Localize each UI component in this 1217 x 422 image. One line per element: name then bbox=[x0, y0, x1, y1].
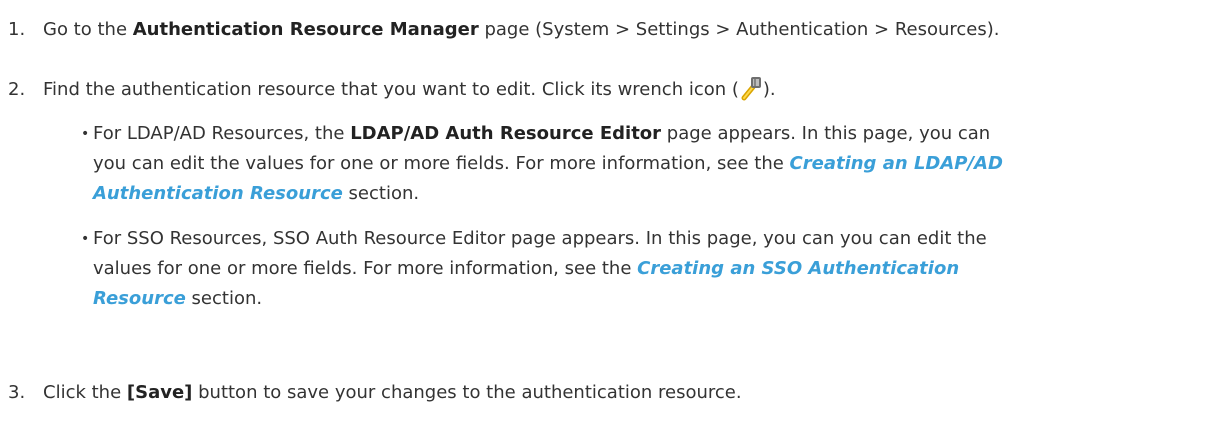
bullet-text: page appears. In this page, you can bbox=[661, 123, 991, 144]
step-number: 1. bbox=[8, 19, 26, 40]
step-number: 2. bbox=[8, 79, 26, 100]
bullet-line: Resource section. bbox=[93, 284, 1193, 314]
bullet-line: For SSO Resources, SSO Auth Resource Edi… bbox=[93, 228, 987, 249]
step-2: 2. Find the authentication resource that … bbox=[8, 75, 1209, 103]
step-text-end: page (System > Settings > Authentication… bbox=[478, 19, 1000, 40]
step-text-end: ). bbox=[762, 79, 776, 100]
bullet-line: For LDAP/AD Resources, the LDAP/AD Auth … bbox=[93, 119, 1193, 149]
step-text: Find the authentication resource that yo… bbox=[43, 79, 739, 100]
step-1: 1. Go to the Authentication Resource Mana… bbox=[8, 17, 1209, 43]
bullet-text: values for one or more fields. For more … bbox=[93, 258, 638, 279]
ldap-section-link-cont[interactable]: Authentication Resource bbox=[93, 183, 343, 204]
wrench-icon bbox=[739, 75, 763, 101]
bullet-line: you can edit the values for one or more … bbox=[93, 149, 1193, 179]
bullet-text: you can edit the values for one or more … bbox=[93, 153, 790, 174]
sso-section-link[interactable]: Creating an SSO Authentication bbox=[637, 258, 959, 279]
step-text: Go to the bbox=[43, 19, 133, 40]
sso-section-link-cont[interactable]: Resource bbox=[93, 288, 186, 309]
step-number: 3. bbox=[8, 382, 26, 403]
bullet-text: section. bbox=[185, 288, 263, 309]
bullet-ldap: • For LDAP/AD Resources, the LDAP/AD Aut… bbox=[81, 119, 1193, 209]
save-button-label: [Save] bbox=[126, 382, 193, 403]
bullet-text: For LDAP/AD Resources, the bbox=[93, 123, 351, 144]
step-text: Click the bbox=[43, 382, 127, 403]
bullet-text: section. bbox=[342, 183, 420, 204]
bullet-sso: • For SSO Resources, SSO Auth Resource E… bbox=[81, 224, 1193, 314]
editor-name-bold: LDAP/AD Auth Resource Editor bbox=[350, 123, 662, 144]
step-3: 3. Click the [Save] button to save your c… bbox=[8, 380, 1209, 406]
document-body: 1. Go to the Authentication Resource Mana… bbox=[0, 0, 1217, 422]
bullet-dot: • bbox=[81, 231, 90, 247]
page-name-bold: Authentication Resource Manager bbox=[132, 19, 479, 40]
bullet-line: values for one or more fields. For more … bbox=[93, 254, 1193, 284]
ldap-section-link[interactable]: Creating an LDAP/AD bbox=[790, 153, 1003, 174]
bullet-line: Authentication Resource section. bbox=[93, 179, 1193, 209]
bullet-dot: • bbox=[81, 126, 90, 142]
step-text-end: button to save your changes to the authe… bbox=[192, 382, 742, 403]
